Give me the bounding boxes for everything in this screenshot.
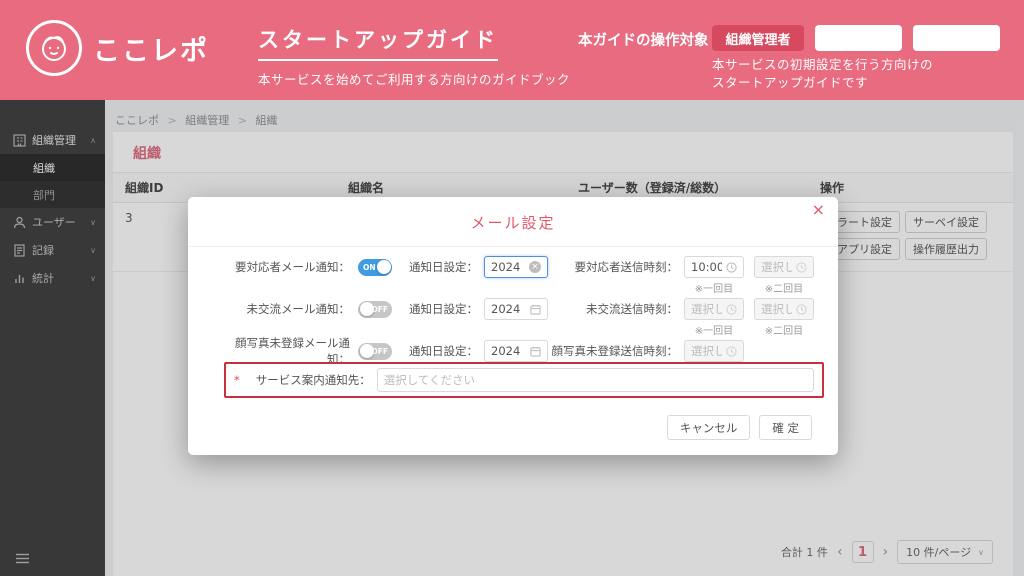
- notify-date-label: 通知日設定：: [409, 260, 478, 274]
- second-time-note: ※二回目: [764, 325, 804, 337]
- no-interaction-mail-label: 未交流メール通知：: [246, 302, 351, 316]
- cancel-button[interactable]: キャンセル: [666, 415, 751, 440]
- clear-icon[interactable]: ×: [529, 261, 541, 273]
- clock-icon: [796, 303, 807, 315]
- required-mark: *: [234, 373, 240, 387]
- time-placeholder: 選択して…: [691, 302, 722, 316]
- toggle-off-text: OFF: [371, 305, 388, 314]
- modal-footer: キャンセル 確 定: [666, 415, 812, 440]
- logo-text: ここレポ: [93, 35, 209, 67]
- calendar-icon: [530, 304, 541, 315]
- guide-target-label: 本ガイドの操作対象: [578, 33, 709, 49]
- attention-mail-toggle[interactable]: ON: [358, 258, 392, 276]
- clock-icon: [726, 345, 737, 357]
- role-button-blank-1[interactable]: [815, 25, 902, 51]
- no-interaction-mail-toggle[interactable]: OFF: [358, 300, 392, 318]
- role-buttons: 組織管理者: [712, 25, 1000, 51]
- notify-date-label: 通知日設定：: [409, 302, 478, 316]
- no-photo-notify-date-input[interactable]: 2024: [484, 340, 548, 362]
- no-photo-send-time-label: 顔写真未登録送信時刻：: [551, 344, 679, 358]
- guide-description: 本サービスの初期設定を行う方向けの スタートアップガイドです: [712, 56, 933, 92]
- app-screen: ここレポ スタートアップガイド 本サービスを始めてご利用する方向けのガイドブック…: [0, 0, 1024, 576]
- role-button-org-admin[interactable]: 組織管理者: [712, 25, 804, 51]
- service-notice-select[interactable]: 選択してください: [376, 368, 814, 392]
- confirm-button[interactable]: 確 定: [759, 415, 812, 440]
- row-no-photo-mail: 顔写真未登録メール通知： OFF 通知日設定： 2024 顔写真未登録送信時刻：…: [216, 336, 814, 366]
- toggle-knob: [376, 260, 391, 274]
- row-no-interaction-mail: 未交流メール通知： OFF 通知日設定： 2024 未交流送信時刻： 選択して……: [216, 297, 814, 321]
- time-placeholder: 選択して…: [761, 260, 792, 274]
- no-interaction-send-time-input-2[interactable]: 選択して…: [754, 298, 814, 320]
- no-interaction-notify-date-input[interactable]: 2024: [484, 298, 548, 320]
- first-time-note: ※一回目: [694, 325, 734, 337]
- guide-title: スタートアップガイド: [258, 24, 498, 61]
- notify-date-label: 通知日設定：: [409, 344, 478, 358]
- service-notice-label: サービス案内通知先：: [255, 373, 371, 387]
- toggle-knob: [359, 302, 374, 316]
- mail-settings-modal: × メール設定 要対応者メール通知： ON 通知日設定： 2024 × 要対応者…: [188, 197, 838, 455]
- attention-send-time-label: 要対応者送信時刻：: [574, 260, 679, 274]
- modal-title: メール設定: [470, 214, 556, 232]
- select-placeholder: 選択してください: [383, 373, 476, 387]
- no-photo-send-time-input[interactable]: 選択して…: [684, 340, 744, 362]
- row-no-interaction-notes: ※一回目 ※二回目: [216, 323, 814, 337]
- clock-icon: [726, 303, 737, 315]
- role-button-blank-2[interactable]: [913, 25, 1000, 51]
- attention-mail-label: 要対応者メール通知：: [235, 260, 350, 274]
- clock-icon: [796, 261, 807, 273]
- modal-divider: [188, 246, 838, 247]
- toggle-knob: [359, 344, 374, 358]
- row-attention-mail: 要対応者メール通知： ON 通知日設定： 2024 × 要対応者送信時刻： 10…: [216, 255, 814, 279]
- time-placeholder: 選択して…: [691, 344, 722, 358]
- attention-send-time-input-2[interactable]: 選択して…: [754, 256, 814, 278]
- calendar-icon: [530, 346, 541, 357]
- date-value: 2024: [491, 344, 521, 358]
- guide-title-block: スタートアップガイド 本サービスを始めてご利用する方向けのガイドブック: [258, 24, 570, 88]
- no-interaction-send-time-label: 未交流送信時刻：: [586, 302, 678, 316]
- guide-description-line1: 本サービスの初期設定を行う方向けの: [712, 57, 934, 72]
- guide-description-line2: スタートアップガイドです: [712, 75, 869, 90]
- clock-icon: [726, 261, 737, 273]
- no-photo-mail-toggle[interactable]: OFF: [358, 342, 392, 360]
- logo-mascot-icon: [26, 20, 82, 76]
- date-value: 2024: [491, 302, 521, 316]
- first-time-note: ※一回目: [694, 283, 734, 295]
- toggle-on-text: ON: [363, 263, 376, 272]
- attention-notify-date-input[interactable]: 2024 ×: [484, 256, 548, 278]
- time-placeholder: 選択して…: [761, 302, 792, 316]
- close-icon[interactable]: ×: [812, 202, 825, 218]
- attention-send-time-input-1[interactable]: 10:00: [684, 256, 744, 278]
- no-interaction-send-time-input-1[interactable]: 選択して…: [684, 298, 744, 320]
- date-value: 2024: [491, 260, 521, 274]
- service-notice-annotation-box: * サービス案内通知先： 選択してください: [224, 362, 824, 398]
- time-value: 10:00: [691, 260, 722, 274]
- second-time-note: ※二回目: [764, 283, 804, 295]
- row-attention-notes: ※一回目 ※二回目: [216, 281, 814, 295]
- app-logo: ここレポ: [26, 20, 209, 76]
- guide-subtitle: 本サービスを始めてご利用する方向けのガイドブック: [258, 72, 571, 87]
- header-banner: ここレポ スタートアップガイド 本サービスを始めてご利用する方向けのガイドブック…: [0, 0, 1024, 100]
- toggle-off-text: OFF: [371, 347, 388, 356]
